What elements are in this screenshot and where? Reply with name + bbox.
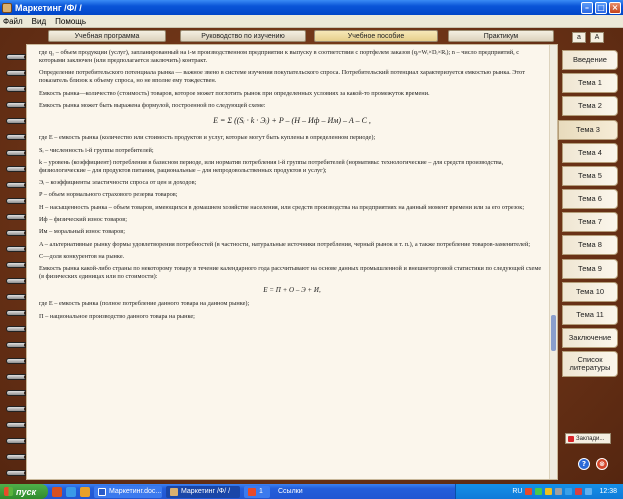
clock: 12:38 xyxy=(599,488,617,495)
quicklaunch-icon[interactable] xyxy=(66,486,76,497)
task-label: Маркетинг.doc... xyxy=(109,488,162,495)
tab-curriculum[interactable]: Учебная программа xyxy=(48,30,166,42)
formula-market-capacity: E = Σ ((Sᵢ · k · Эᵢ) + P – (H – Иф – Им)… xyxy=(213,116,371,126)
network-icon[interactable] xyxy=(535,488,543,495)
paragraph: где E – емкость рынка (количество или ст… xyxy=(39,134,376,142)
nav-topic-9[interactable]: Тема 9 xyxy=(562,259,618,279)
nav-introduction[interactable]: Введение xyxy=(562,50,618,70)
bookmarks-label: Заклади... xyxy=(576,435,605,442)
menu-view[interactable]: Вид xyxy=(32,17,46,26)
formula-country-capacity: E = П + О – Э + И, xyxy=(263,286,321,295)
exit-button[interactable]: ⊗ xyxy=(596,458,608,470)
window-title: Маркетинг /Ф/ / xyxy=(15,2,82,13)
notification-icon[interactable] xyxy=(545,488,553,495)
quicklaunch-icon[interactable] xyxy=(80,486,90,497)
task-label: 1 xyxy=(259,488,263,495)
nav-topic-10[interactable]: Тема 10 xyxy=(562,282,618,302)
quicklaunch-icon[interactable] xyxy=(52,486,62,497)
task-label: Маркетинг /Ф/ / xyxy=(181,488,231,495)
font-size-controls: a A xyxy=(572,32,604,43)
tab-textbook[interactable]: Учебное пособие xyxy=(314,30,438,42)
paragraph: C—доля конкурентов на рынке. xyxy=(39,252,125,260)
nav-topic-5[interactable]: Тема 5 xyxy=(562,166,618,186)
links-toolbar[interactable]: Ссылки xyxy=(274,486,310,498)
nav-topic-11[interactable]: Тема 11 xyxy=(562,305,618,325)
font-larger-button[interactable]: A xyxy=(590,32,604,43)
paragraph: Определение потребительского потенциала … xyxy=(39,69,525,85)
nav-topic-3[interactable]: Тема 3 xyxy=(558,120,618,140)
language-indicator[interactable]: RU xyxy=(512,488,522,495)
nav-topic-6[interactable]: Тема 6 xyxy=(562,189,618,209)
volume-icon[interactable] xyxy=(555,488,563,495)
tab-study-guide[interactable]: Руководство по изучению xyxy=(180,30,306,42)
nav-topic-8[interactable]: Тема 8 xyxy=(562,235,618,255)
paragraph: A – альтернативные рынку формы удовлетво… xyxy=(39,240,531,248)
antivirus-icon[interactable] xyxy=(525,488,533,495)
scrollbar-thumb[interactable] xyxy=(551,315,556,351)
task-word-document[interactable]: Маркетинг.doc... xyxy=(94,485,162,498)
update-icon[interactable] xyxy=(585,488,593,495)
word-icon xyxy=(98,487,106,496)
security-icon[interactable] xyxy=(575,488,583,495)
paragraph: Иф – физический износ товаров; xyxy=(39,216,127,223)
nav-topic-1[interactable]: Тема 1 xyxy=(562,73,618,93)
paragraph: Емкость рынка может быть выражена формул… xyxy=(39,102,266,110)
links-label: Ссылки xyxy=(278,488,303,495)
task-other[interactable]: 1 xyxy=(244,485,270,498)
font-smaller-button[interactable]: a xyxy=(572,32,586,43)
nav-conclusion[interactable]: Заключение xyxy=(562,328,618,348)
maximize-button[interactable]: □ xyxy=(595,1,607,14)
nav-topic-2[interactable]: Тема 2 xyxy=(562,96,618,116)
paragraph: Емкость рынка какой-либо страны по некот… xyxy=(39,265,542,281)
paragraph: где q₁ – объем продукции (услуг), заплан… xyxy=(39,49,520,65)
bookmark-icon xyxy=(568,435,574,442)
book-page: где q₁ – объем продукции (услуг), заплан… xyxy=(26,44,558,480)
top-tabs: Учебная программа Руководство по изучени… xyxy=(48,30,554,42)
taskbar: пуск Маркетинг.doc... Маркетинг /Ф/ / 1 … xyxy=(0,484,623,499)
menu-file[interactable]: Файл xyxy=(3,17,23,26)
task-marketing-app[interactable]: Маркетинг /Ф/ / xyxy=(166,485,240,498)
paragraph: Емкость рынка—количество (стоимость) тов… xyxy=(39,89,430,97)
minimize-button[interactable]: – xyxy=(581,1,593,14)
tab-practicum[interactable]: Практикум xyxy=(448,30,554,42)
paragraph: Эᵢ – коэффициенты эластичности спроса от… xyxy=(39,179,197,187)
menu-bar: Файл Вид Помощь xyxy=(0,15,623,28)
messenger-icon[interactable] xyxy=(565,488,573,495)
app-icon xyxy=(170,487,178,496)
media-icon xyxy=(248,487,256,496)
system-tray: RU 12:38 xyxy=(455,484,623,499)
paragraph: Sᵢ – численность i-й группы потребителей… xyxy=(39,146,154,154)
app-icon xyxy=(2,2,12,13)
windows-logo-icon xyxy=(4,487,13,496)
paragraph: P – объем нормального страхового резерва… xyxy=(39,191,178,199)
paragraph: П – национальное производство данного то… xyxy=(39,312,195,320)
paragraph: H – насыщенность рынка – объем товаров, … xyxy=(39,203,525,211)
paragraph: где E – емкость рынка (полное потреблени… xyxy=(39,300,250,308)
page-scrollbar[interactable] xyxy=(549,45,557,479)
paragraph: k – уровень (коэффициент) потребления в … xyxy=(39,158,504,174)
page-content: где q₁ – объем продукции (услуг), заплан… xyxy=(39,49,545,325)
bookmarks-button[interactable]: Заклади... xyxy=(565,433,611,444)
start-label: пуск xyxy=(16,486,37,497)
help-button[interactable]: ? xyxy=(578,458,590,470)
menu-help[interactable]: Помощь xyxy=(55,17,86,26)
nav-topic-7[interactable]: Тема 7 xyxy=(562,212,618,232)
book-frame: Учебная программа Руководство по изучени… xyxy=(0,28,623,484)
title-bar: Маркетинг /Ф/ / – □ × xyxy=(0,0,623,15)
paragraph: Им – моральный износ товаров; xyxy=(39,228,125,236)
start-button[interactable]: пуск xyxy=(0,484,48,499)
close-button[interactable]: × xyxy=(609,1,621,14)
nav-topic-4[interactable]: Тема 4 xyxy=(562,143,618,163)
nav-bibliography[interactable]: Список литературы xyxy=(562,351,618,377)
